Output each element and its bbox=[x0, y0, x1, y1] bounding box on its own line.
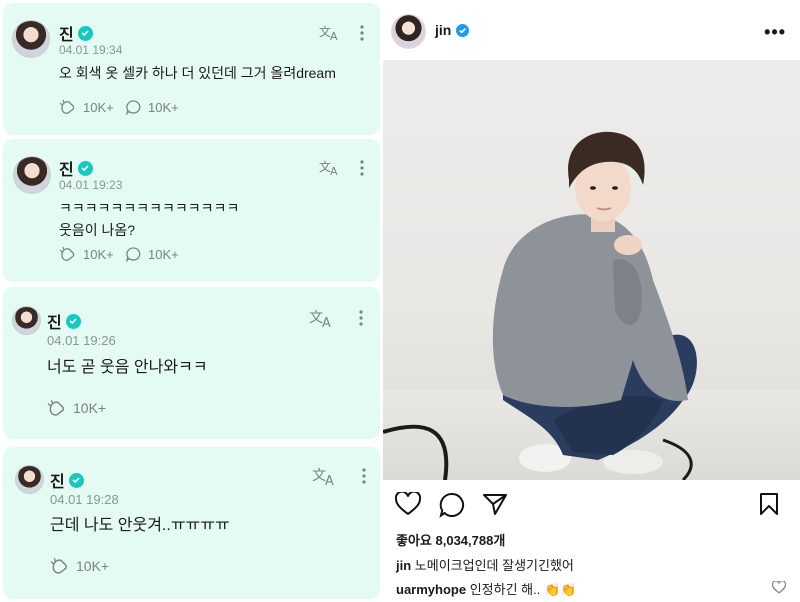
weverse-panel: 진 04.01 19:34 文A 오 회색 옷 셀카 하나 더 있던데 그거 올… bbox=[0, 0, 383, 602]
caption-username[interactable]: jin bbox=[396, 558, 411, 573]
comment-icon bbox=[125, 100, 141, 115]
username[interactable]: jin bbox=[435, 22, 451, 38]
like-count[interactable]: 좋아요 8,034,788개 bbox=[396, 530, 505, 549]
caption-text: 노메이크업인데 잘생기긴했어 bbox=[414, 558, 574, 573]
more-icon[interactable] bbox=[362, 467, 366, 485]
post-card[interactable]: 진 04.01 19:34 文A 오 회색 옷 셀카 하나 더 있던데 그거 올… bbox=[3, 3, 380, 135]
cheer-icon bbox=[50, 558, 67, 574]
comment-count-label: 10K+ bbox=[148, 246, 179, 262]
like-count[interactable]: 10K+ bbox=[59, 246, 114, 262]
verified-icon bbox=[68, 472, 84, 488]
like-count[interactable]: 10K+ bbox=[47, 399, 106, 417]
avatar[interactable] bbox=[12, 20, 50, 58]
svg-text:A: A bbox=[322, 316, 331, 328]
like-count-label: 10K+ bbox=[73, 400, 107, 416]
avatar[interactable] bbox=[391, 14, 426, 49]
post-time: 04.01 19:23 bbox=[59, 178, 123, 192]
comment-count-label: 10K+ bbox=[148, 99, 179, 115]
post-header: jin ••• bbox=[383, 0, 800, 60]
avatar[interactable] bbox=[12, 306, 41, 335]
like-count[interactable]: 10K+ bbox=[59, 99, 114, 115]
verified-icon bbox=[77, 160, 93, 176]
comment: uarmyhope 인정하긴 해.. 👏👏 bbox=[396, 579, 576, 598]
like-count-label: 10K+ bbox=[83, 99, 114, 115]
action-bar bbox=[383, 480, 800, 530]
heart-icon[interactable] bbox=[395, 492, 421, 516]
bookmark-icon[interactable] bbox=[759, 492, 779, 516]
comment-count[interactable]: 10K+ bbox=[125, 246, 179, 262]
like-count[interactable]: 10K+ bbox=[50, 557, 109, 575]
author-name[interactable]: 진 bbox=[59, 21, 74, 45]
author-name[interactable]: 진 bbox=[59, 156, 74, 180]
translate-icon[interactable]: 文A bbox=[319, 158, 341, 176]
comment-text: 인정하긴 해.. 👏👏 bbox=[469, 582, 577, 597]
cheer-icon bbox=[59, 99, 75, 114]
translate-icon[interactable]: 文A bbox=[309, 307, 335, 328]
cheer-icon bbox=[59, 246, 75, 261]
translate-icon[interactable]: 文A bbox=[312, 465, 338, 486]
instagram-post: jin ••• 좋아요 8,034,788개 jin 노메이크업인데 잘생기긴했… bbox=[383, 0, 800, 602]
post-card[interactable]: 진 04.01 19:23 文A ㅋㅋㅋㅋㅋㅋㅋㅋㅋㅋㅋㅋㅋㅋ 웃음이 나옴? … bbox=[3, 139, 380, 282]
post-text: 너도 곧 웃음 안나와ㅋㅋ bbox=[47, 359, 208, 376]
post-photo[interactable] bbox=[383, 60, 800, 480]
author-name[interactable]: 진 bbox=[50, 468, 65, 492]
more-icon[interactable] bbox=[360, 160, 364, 176]
verified-icon bbox=[77, 25, 93, 41]
person-illustration bbox=[383, 131, 697, 480]
comment-icon bbox=[125, 247, 141, 262]
author-name[interactable]: 진 bbox=[47, 309, 62, 333]
svg-text:A: A bbox=[330, 165, 338, 176]
verified-icon bbox=[65, 313, 81, 329]
post-card[interactable]: 진 04.01 19:26 文A 너도 곧 웃음 안나와ㅋㅋ 10K+ bbox=[3, 287, 380, 439]
post-text: ㅋㅋㅋㅋㅋㅋㅋㅋㅋㅋㅋㅋㅋㅋ 웃음이 나옴? bbox=[59, 200, 240, 238]
like-count-label: 10K+ bbox=[76, 558, 110, 574]
post-card[interactable]: 진 04.01 19:28 文A 근데 나도 안웃겨..ㅠㅠㅠㅠ 10K+ bbox=[3, 447, 380, 599]
comment-icon[interactable] bbox=[439, 492, 465, 518]
post-text: 근데 나도 안웃겨..ㅠㅠㅠㅠ bbox=[50, 517, 230, 534]
translate-icon[interactable]: 文A bbox=[319, 23, 341, 41]
post-time: 04.01 19:34 bbox=[59, 43, 123, 57]
post-time: 04.01 19:28 bbox=[50, 492, 119, 507]
caption: jin 노메이크업인데 잘생기긴했어 bbox=[396, 555, 574, 574]
more-options-icon[interactable]: ••• bbox=[764, 22, 786, 43]
avatar[interactable] bbox=[15, 465, 44, 494]
avatar[interactable] bbox=[13, 156, 51, 194]
like-count-label: 10K+ bbox=[83, 246, 114, 262]
verified-icon bbox=[456, 23, 470, 37]
post-time: 04.01 19:26 bbox=[47, 333, 116, 348]
comment-username[interactable]: uarmyhope bbox=[396, 582, 466, 597]
cheer-icon bbox=[47, 400, 64, 416]
more-icon[interactable] bbox=[360, 25, 364, 41]
post-text: 오 회색 옷 셀카 하나 더 있던데 그거 올려dream bbox=[59, 65, 336, 81]
more-icon[interactable] bbox=[359, 309, 363, 327]
svg-text:A: A bbox=[325, 474, 334, 486]
share-icon[interactable] bbox=[482, 492, 508, 516]
comment-like-icon[interactable] bbox=[772, 581, 786, 594]
comment-count[interactable]: 10K+ bbox=[125, 99, 179, 115]
svg-text:A: A bbox=[330, 30, 338, 41]
